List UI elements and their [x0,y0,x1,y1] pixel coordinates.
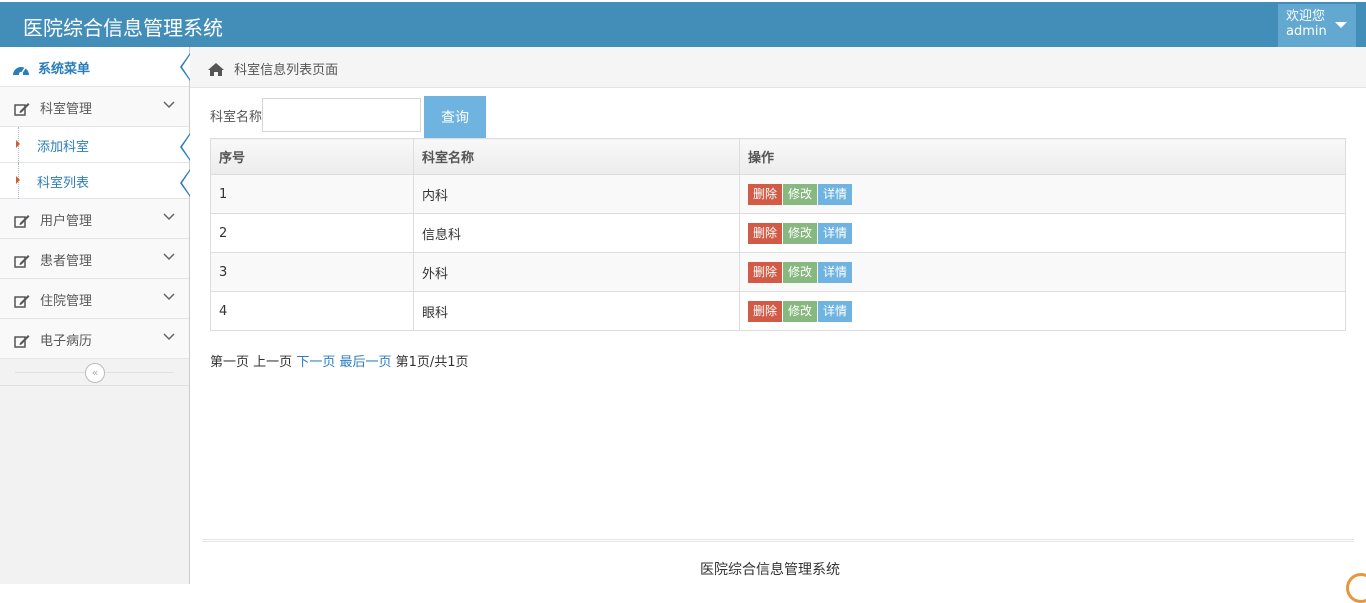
edit-button[interactable]: 修改 [783,300,818,322]
footer-text: 医院综合信息管理系统 [700,562,840,578]
caret-right-icon [16,176,20,184]
caret-right-icon [16,140,20,148]
sidebar-item-medical-records[interactable]: 电子病历 [0,319,189,359]
sidebar-item-label: 电子病历 [40,334,93,349]
delete-button[interactable]: 删除 [748,222,783,244]
top-navbar: 医院综合信息管理系统 欢迎您 admin [0,0,1366,48]
pager-next-link[interactable]: 下一页 [296,355,335,370]
sidebar-subitem-department-list[interactable]: 科室列表 [0,163,190,199]
detail-button[interactable]: 详情 [818,222,853,244]
sidebar: 系统菜单 科室管理 添加科室 科室列表 用户管理 患者管理 住院管理 电子病历 … [0,47,190,584]
delete-button[interactable]: 删除 [748,183,783,205]
department-table: 序号 科室名称 操作 1 内科 删除 修改 详情 2 信息科 删除 修改 详情 3 外科… [210,138,1346,331]
cell-actions: 删除 修改 详情 [739,213,1346,253]
breadcrumb-label: 科室信息列表页面 [234,63,339,78]
chevron-down-icon [163,250,175,264]
cell-name: 内科 [413,174,740,214]
caret-down-icon [1335,22,1347,28]
cell-index: 2 [210,213,414,253]
cell-name: 信息科 [413,213,740,253]
chevron-down-icon [163,210,175,224]
cell-name: 眼科 [413,291,740,331]
home-icon[interactable] [207,62,225,77]
sidebar-subitem-label: 科室列表 [37,176,90,191]
breadcrumb: 科室信息列表页面 [190,47,1366,88]
table-row: 4 眼科 删除 修改 详情 [210,291,1346,331]
table-row: 3 外科 删除 修改 详情 [210,252,1346,292]
edit-icon [14,214,32,232]
chevron-down-icon [163,98,175,112]
sidebar-subitem-add-department[interactable]: 添加科室 [0,127,190,163]
sidebar-subitem-label: 添加科室 [37,140,90,155]
edit-button[interactable]: 修改 [783,261,818,283]
pager-info: 第1页/共1页 [395,355,469,370]
search-button[interactable]: 查询 [424,96,486,138]
column-header-name: 科室名称 [413,138,740,175]
edit-icon [14,254,32,272]
chevron-down-icon [163,290,175,304]
sidebar-item-label: 用户管理 [40,214,93,229]
detail-button[interactable]: 详情 [818,183,853,205]
cell-name: 外科 [413,252,740,292]
sidebar-item-inpatient[interactable]: 住院管理 [0,279,189,319]
edit-icon [14,334,32,352]
cell-index: 3 [210,252,414,292]
dashboard-icon [12,62,30,80]
detail-button[interactable]: 详情 [818,261,853,283]
active-arrow [180,169,190,197]
corner-badge-icon [1346,573,1366,603]
collapse-sidebar-button[interactable]: « [85,363,105,383]
cell-index: 4 [210,291,414,331]
edit-icon [14,102,32,120]
double-chevron-left-icon: « [91,366,99,379]
chevron-down-icon [163,330,175,344]
pager-last-link[interactable]: 最后一页 [339,355,391,370]
pagination: 第一页 上一页 下一页 最后一页 第1页/共1页 [210,351,469,370]
sidebar-item-users[interactable]: 用户管理 [0,199,189,239]
pager-first: 第一页 [210,355,250,370]
column-header-index: 序号 [210,138,414,175]
cell-actions: 删除 修改 详情 [739,252,1346,292]
detail-button[interactable]: 详情 [818,300,853,322]
sidebar-header-label: 系统菜单 [38,62,91,77]
department-name-input[interactable] [262,98,421,132]
edit-button[interactable]: 修改 [783,183,818,205]
pager-prev: 上一页 [253,355,293,370]
user-menu[interactable]: 欢迎您 admin [1278,4,1356,48]
delete-button[interactable]: 删除 [748,300,783,322]
search-label: 科室名称 [210,110,263,125]
table-row: 2 信息科 删除 修改 详情 [210,213,1346,253]
column-header-actions: 操作 [739,138,1346,175]
sidebar-item-patients[interactable]: 患者管理 [0,239,189,279]
app-title: 医院综合信息管理系统 [23,16,223,40]
table-row: 1 内科 删除 修改 详情 [210,174,1346,214]
sidebar-item-department[interactable]: 科室管理 [0,87,189,127]
edit-icon [14,294,32,312]
cell-actions: 删除 修改 详情 [739,291,1346,331]
cell-actions: 删除 修改 详情 [739,174,1346,214]
edit-button[interactable]: 修改 [783,222,818,244]
sidebar-collapse-bar: « [0,359,189,386]
delete-button[interactable]: 删除 [748,261,783,283]
active-arrow [180,133,190,161]
sidebar-header[interactable]: 系统菜单 [0,47,190,87]
footer-divider [202,539,1354,542]
sidebar-item-label: 患者管理 [40,254,93,269]
cell-index: 1 [210,174,414,214]
active-arrow [180,53,190,81]
sidebar-item-label: 住院管理 [40,294,93,309]
sidebar-item-label: 科室管理 [40,102,93,117]
table-header-row: 序号 科室名称 操作 [210,138,1346,175]
